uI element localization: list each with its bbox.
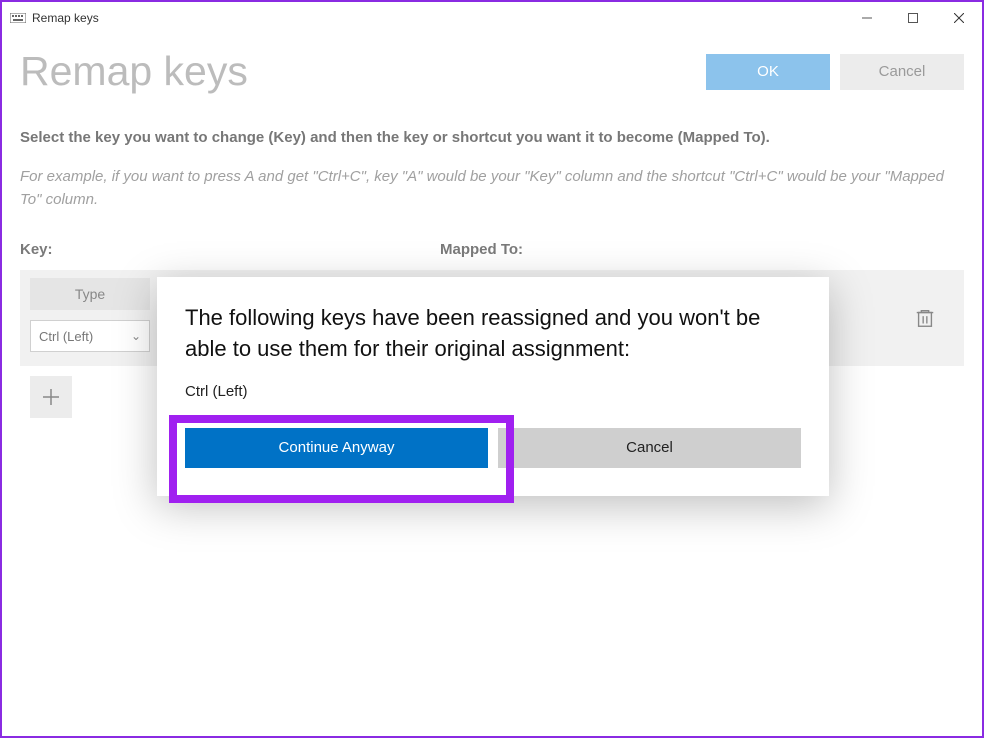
ok-button[interactable]: OK <box>706 54 830 90</box>
maximize-button[interactable] <box>890 2 936 34</box>
minimize-button[interactable] <box>844 2 890 34</box>
continue-anyway-button[interactable]: Continue Anyway <box>185 428 488 468</box>
page-title: Remap keys <box>20 48 248 95</box>
chevron-down-icon: ⌄ <box>131 329 141 343</box>
window-controls <box>844 2 982 34</box>
key-dropdown[interactable]: Ctrl (Left) ⌄ <box>30 320 150 352</box>
instructions-example: For example, if you want to press A and … <box>20 166 964 211</box>
app-icon <box>10 12 26 24</box>
cancel-button[interactable]: Cancel <box>840 54 964 90</box>
window-title: Remap keys <box>32 11 99 25</box>
instructions-primary: Select the key you want to change (Key) … <box>20 129 964 146</box>
confirmation-dialog: The following keys have been reassigned … <box>157 277 829 496</box>
key-column-cell: Type Ctrl (Left) ⌄ <box>30 278 150 352</box>
type-key-button[interactable]: Type <box>30 278 150 310</box>
delete-row-button[interactable] <box>914 307 936 329</box>
column-header-mapped-to: Mapped To: <box>440 241 964 258</box>
dialog-message: The following keys have been reassigned … <box>185 303 801 365</box>
close-button[interactable] <box>936 2 982 34</box>
header-row: Remap keys OK Cancel <box>20 48 964 95</box>
dialog-key-list: Ctrl (Left) <box>185 383 801 400</box>
dialog-cancel-button[interactable]: Cancel <box>498 428 801 468</box>
dialog-buttons: Continue Anyway Cancel <box>185 428 801 468</box>
add-mapping-button[interactable] <box>30 376 72 418</box>
titlebar: Remap keys <box>2 2 982 34</box>
column-header-key: Key: <box>20 241 440 258</box>
key-dropdown-value: Ctrl (Left) <box>39 329 93 344</box>
column-headers: Key: Mapped To: <box>20 241 964 258</box>
header-buttons: OK Cancel <box>706 54 964 90</box>
